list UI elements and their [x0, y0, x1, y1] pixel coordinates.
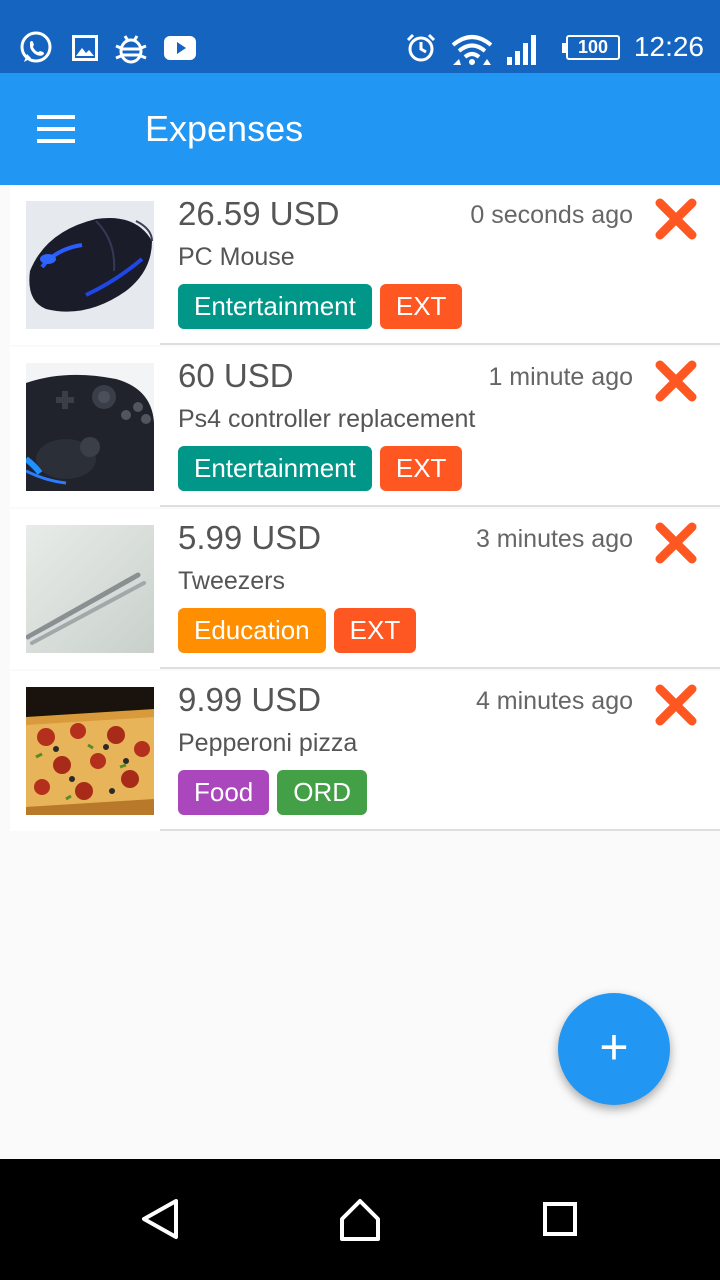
expense-thumbnail-controller	[26, 363, 154, 491]
navigation-bar	[0, 1159, 720, 1280]
category-tag[interactable]: Entertainment	[178, 446, 372, 491]
expense-thumbnail-mouse	[26, 201, 154, 329]
hamburger-menu-icon[interactable]	[28, 111, 84, 151]
expense-time: 0 seconds ago	[470, 201, 633, 229]
expense-name: PC Mouse	[178, 243, 295, 271]
delete-icon[interactable]	[652, 357, 700, 405]
expense-time: 3 minutes ago	[475, 525, 633, 553]
page-title: Expenses	[145, 108, 304, 149]
tag-list: Food ORD	[178, 770, 368, 815]
battery-indicator: 100	[562, 35, 620, 60]
expense-row[interactable]: 60 USD 1 minute ago Ps4 controller repla…	[0, 347, 720, 509]
alarm-icon	[406, 33, 436, 62]
image-icon	[72, 35, 98, 61]
expense-name: Tweezers	[178, 567, 285, 595]
type-tag[interactable]: ORD	[277, 770, 368, 815]
expense-name: Ps4 controller replacement	[178, 405, 476, 433]
delete-icon[interactable]	[652, 519, 700, 567]
tag-list: Education EXT	[178, 608, 417, 653]
type-tag[interactable]: EXT	[379, 284, 463, 329]
category-tag[interactable]: Education	[178, 608, 326, 653]
type-tag[interactable]: EXT	[333, 608, 417, 653]
status-time: 12:26	[633, 31, 704, 62]
expense-row[interactable]: 26.59 USD 0 seconds ago PC Mouse Enterta…	[0, 185, 720, 347]
bug-icon	[115, 35, 147, 64]
type-tag[interactable]: EXT	[379, 446, 463, 491]
recents-icon[interactable]	[530, 1189, 590, 1249]
whatsapp-icon	[20, 31, 52, 63]
tag-list: Entertainment EXT	[178, 446, 463, 491]
delete-icon[interactable]	[652, 681, 700, 729]
signal-icon	[507, 35, 536, 65]
category-tag[interactable]: Entertainment	[178, 284, 372, 329]
expense-amount: 60 USD	[178, 357, 294, 394]
tag-list: Entertainment EXT	[178, 284, 463, 329]
back-icon[interactable]	[130, 1189, 190, 1249]
wifi-icon	[451, 35, 493, 65]
home-icon[interactable]	[330, 1189, 390, 1249]
expense-content: 60 USD 1 minute ago Ps4 controller repla…	[160, 347, 720, 507]
delete-icon[interactable]	[652, 195, 700, 243]
expense-time: 4 minutes ago	[475, 687, 633, 715]
expense-thumbnail-pizza	[26, 687, 154, 815]
status-bar: 100 12:26	[0, 0, 720, 73]
expense-amount: 9.99 USD	[178, 681, 322, 718]
category-tag[interactable]: Food	[178, 770, 270, 815]
expense-content: 26.59 USD 0 seconds ago PC Mouse Enterta…	[160, 185, 720, 345]
expense-list: 26.59 USD 0 seconds ago PC Mouse Enterta…	[0, 185, 720, 833]
expense-row[interactable]: 9.99 USD 4 minutes ago Pepperoni pizza F…	[0, 671, 720, 833]
youtube-icon	[164, 36, 196, 60]
app-bar: Expenses	[0, 73, 720, 185]
add-expense-button[interactable]: +	[558, 993, 670, 1105]
expense-thumbnail-tweezers	[26, 525, 154, 653]
expense-row[interactable]: 5.99 USD 3 minutes ago Tweezers Educatio…	[0, 509, 720, 671]
expense-time: 1 minute ago	[488, 363, 633, 391]
expense-content: 5.99 USD 3 minutes ago Tweezers Educatio…	[160, 509, 720, 669]
expense-amount: 26.59 USD	[178, 195, 340, 232]
expense-amount: 5.99 USD	[178, 519, 322, 556]
expense-content: 9.99 USD 4 minutes ago Pepperoni pizza F…	[160, 671, 720, 831]
expense-name: Pepperoni pizza	[178, 729, 358, 757]
